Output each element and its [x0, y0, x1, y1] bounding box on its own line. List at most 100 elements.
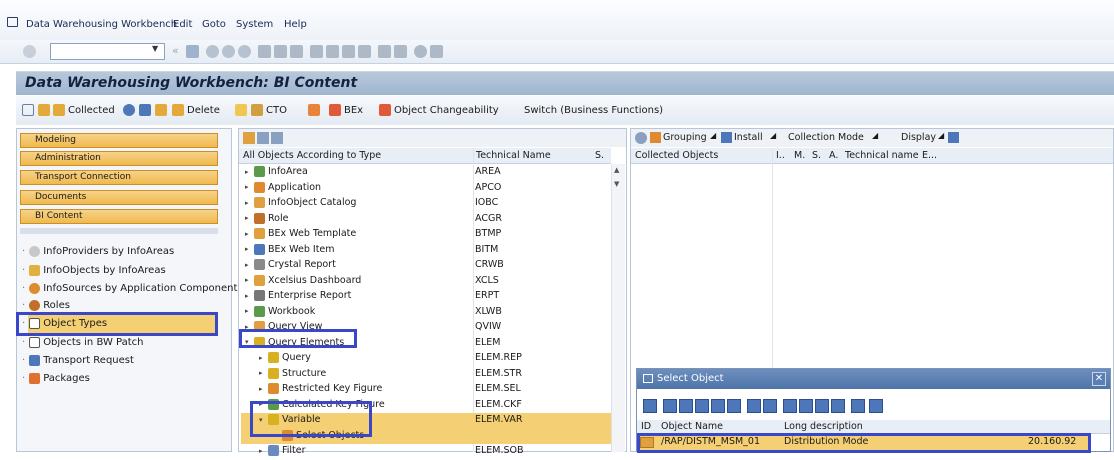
expand-arrow-icon[interactable]: ▸ — [245, 214, 254, 222]
header-e[interactable]: E... — [922, 150, 937, 161]
tree-infoproviders[interactable]: · InfoProviders by InfoAreas — [22, 246, 174, 257]
filter-icon[interactable] — [679, 399, 693, 413]
cto-button[interactable]: CTO — [266, 105, 287, 116]
mail-icon[interactable] — [815, 399, 829, 413]
menu-edit[interactable]: Edit — [173, 19, 192, 30]
scrollbar[interactable] — [611, 164, 625, 452]
refresh-icon[interactable] — [123, 104, 135, 116]
layout-icon[interactable] — [747, 399, 761, 413]
nav-administration[interactable]: Administration — [20, 151, 218, 166]
transport-icon[interactable] — [155, 104, 167, 116]
expand-arrow-icon[interactable]: ▸ — [245, 307, 254, 315]
expand-arrow-icon[interactable]: ▸ — [245, 199, 254, 207]
help-icon[interactable] — [414, 45, 427, 58]
chart-icon[interactable] — [851, 399, 865, 413]
object-changeability-button[interactable]: Object Changeability — [394, 105, 499, 116]
print-icon[interactable] — [783, 399, 797, 413]
table-row[interactable]: ▸ Application APCO — [241, 181, 611, 197]
expand-arrow-icon[interactable]: ▸ — [259, 447, 268, 455]
tree-infosources[interactable]: · InfoSources by Application Component — [22, 283, 237, 294]
header-all-objects[interactable]: All Objects According to Type — [243, 150, 381, 161]
dialog-header-object-name[interactable]: Object Name — [661, 421, 723, 432]
table-row[interactable]: ▸ Xcelsius Dashboard XCLS — [241, 274, 611, 290]
expand-arrow-icon[interactable]: ▸ — [245, 183, 254, 191]
nav-back-icon[interactable] — [206, 45, 219, 58]
menu-data-warehousing-workbench[interactable]: Data Warehousing Workbench — [26, 19, 177, 30]
info-icon[interactable] — [869, 399, 883, 413]
chevron-down-icon[interactable]: ▼ — [152, 44, 158, 53]
nav-documents[interactable]: Documents — [20, 190, 218, 205]
export-icon[interactable] — [727, 399, 741, 413]
window-icon[interactable] — [22, 104, 34, 116]
collection-mode-button[interactable]: Collection Mode — [788, 132, 864, 143]
next-page-icon[interactable] — [342, 45, 355, 58]
expand-arrow-icon[interactable]: ▸ — [259, 385, 268, 393]
header-i[interactable]: I.. — [776, 150, 785, 161]
expand-arrow-icon[interactable]: ▸ — [259, 369, 268, 377]
sum-icon[interactable] — [695, 399, 709, 413]
table-row[interactable]: ▸ Workbook XLWB — [241, 305, 611, 321]
command-field[interactable] — [50, 43, 165, 60]
dialog-close-button[interactable]: ✕ — [1092, 372, 1106, 386]
first-page-icon[interactable] — [310, 45, 323, 58]
menu-help[interactable]: Help — [284, 19, 307, 30]
collected-button[interactable]: Collected — [68, 105, 115, 116]
save-icon[interactable] — [186, 45, 199, 58]
back-icon[interactable]: « — [172, 44, 179, 57]
grouping-dropdown-icon[interactable]: ◢ — [710, 131, 716, 140]
shortcut-icon[interactable] — [394, 45, 407, 58]
expand-arrow-icon[interactable]: ▸ — [245, 276, 254, 284]
exit-icon[interactable] — [7, 17, 18, 27]
expand-arrow-icon[interactable]: ▸ — [245, 245, 254, 253]
expand-arrow-icon[interactable]: ▸ — [245, 168, 254, 176]
header-a[interactable]: A. — [829, 150, 838, 161]
header-technical-name[interactable]: Technical Name — [476, 150, 551, 161]
layout-icon[interactable] — [948, 132, 959, 143]
graphic-icon[interactable] — [799, 399, 813, 413]
find-icon[interactable] — [274, 45, 287, 58]
tree-packages[interactable]: · Packages — [22, 373, 90, 384]
expand-arrow-icon[interactable]: ▸ — [245, 292, 254, 300]
sort-icon[interactable] — [663, 399, 677, 413]
expand-arrow-icon[interactable]: ▸ — [259, 354, 268, 362]
table-row[interactable]: ▸ InfoArea AREA — [241, 165, 611, 181]
table-row[interactable]: ▸ Structure ELEM.STR — [241, 367, 611, 383]
table-row[interactable]: ▸ Restricted Key Figure ELEM.SEL — [241, 382, 611, 398]
prev-page-icon[interactable] — [326, 45, 339, 58]
tree-infoobjects[interactable]: · InfoObjects by InfoAreas — [22, 265, 166, 276]
choose-icon[interactable] — [763, 399, 777, 413]
tree-objects-in-bw-patch[interactable]: · Objects in BW Patch — [22, 337, 143, 348]
grid-icon[interactable] — [139, 104, 151, 116]
expand-arrow-icon[interactable]: ▸ — [245, 261, 254, 269]
table-row[interactable]: ▸ BEx Web Item BITM — [241, 243, 611, 259]
table-row[interactable]: ▸ BEx Web Template BTMP — [241, 227, 611, 243]
tree-roles[interactable]: · Roles — [22, 300, 70, 311]
table-row[interactable]: ▸ Query ELEM.REP — [241, 351, 611, 367]
bex-button[interactable]: BEx — [344, 105, 363, 116]
table-row[interactable]: ▸ Crystal Report CRWB — [241, 258, 611, 274]
layout-icon[interactable] — [430, 45, 443, 58]
find-next-icon[interactable] — [257, 132, 269, 144]
header-technical-name[interactable]: Technical name — [845, 150, 919, 161]
print-icon[interactable] — [258, 45, 271, 58]
close-icon[interactable] — [308, 104, 320, 116]
delete-button[interactable]: Delete — [187, 105, 220, 116]
install-button[interactable]: Install — [734, 132, 763, 143]
header-collected-objects[interactable]: Collected Objects — [635, 150, 718, 161]
enter-icon[interactable] — [23, 45, 36, 58]
install-dropdown-icon[interactable]: ◢ — [770, 131, 776, 140]
subtotal-icon[interactable] — [711, 399, 725, 413]
grouping-button[interactable]: Grouping — [663, 132, 707, 143]
table-row[interactable]: ▸ InfoObject Catalog IOBC — [241, 196, 611, 212]
expand-icon[interactable] — [271, 132, 283, 144]
header-s[interactable]: S. — [595, 150, 604, 161]
nav-transport-connection[interactable]: Transport Connection — [20, 170, 218, 185]
dialog-header-long-description[interactable]: Long description — [784, 421, 863, 432]
nav-modeling[interactable]: Modeling — [20, 133, 218, 148]
settings-icon[interactable] — [635, 132, 647, 144]
new-session-icon[interactable] — [378, 45, 391, 58]
grid-icon[interactable] — [831, 399, 845, 413]
header-s[interactable]: S. — [812, 150, 821, 161]
tree-icon[interactable] — [38, 104, 50, 116]
find-next-icon[interactable] — [290, 45, 303, 58]
